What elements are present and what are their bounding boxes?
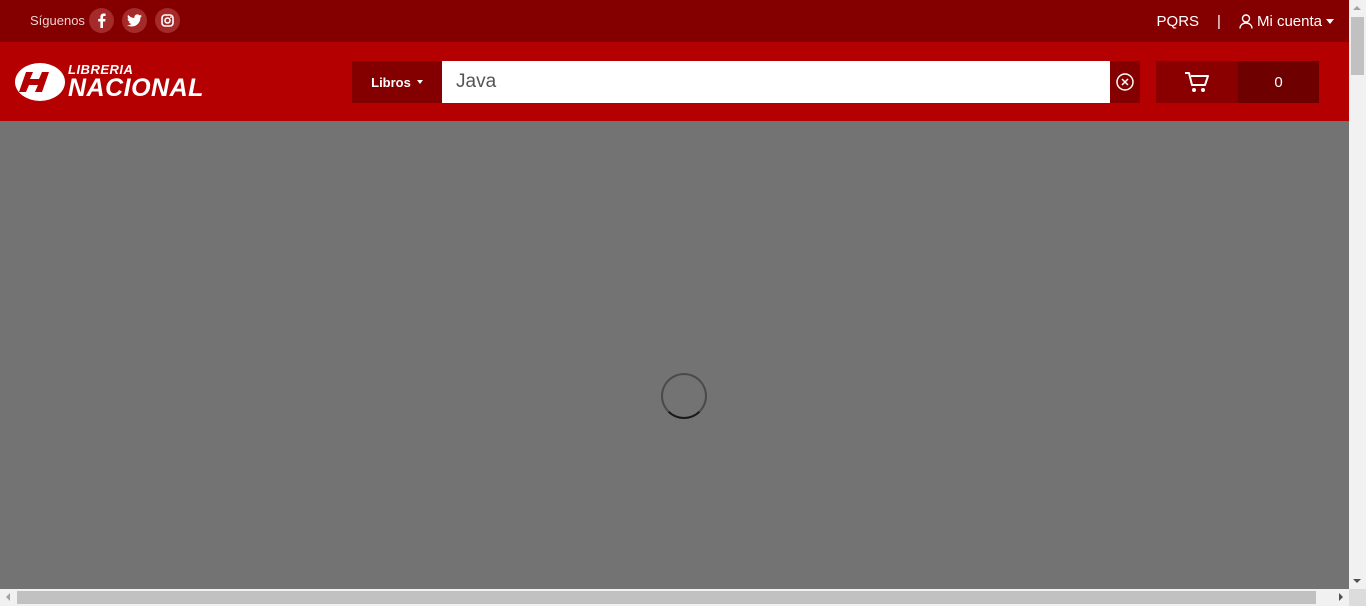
- chevron-down-icon: [1326, 18, 1334, 24]
- social-links: Síguenos: [30, 8, 188, 33]
- facebook-icon[interactable]: [88, 8, 114, 33]
- top-bar: Síguenos PQRS | Mi cuenta: [0, 0, 1349, 42]
- logo-line-2: NACIONAL: [68, 74, 204, 102]
- scroll-down-arrow-icon[interactable]: [1353, 579, 1361, 583]
- scroll-left-arrow-icon[interactable]: [6, 593, 10, 601]
- top-right-nav: PQRS | Mi cuenta: [1157, 0, 1334, 42]
- pqrs-link[interactable]: PQRS: [1157, 13, 1200, 30]
- vertical-scrollbar[interactable]: [1349, 0, 1366, 589]
- scrollbar-corner: [1349, 589, 1366, 606]
- account-menu[interactable]: Mi cuenta: [1239, 13, 1334, 30]
- loading-spinner: [661, 373, 707, 419]
- logo-mark-icon: [15, 63, 65, 101]
- cart-button[interactable]: [1156, 61, 1238, 103]
- search-input[interactable]: [442, 61, 1110, 103]
- horizontal-scroll-thumb[interactable]: [17, 591, 1316, 604]
- category-dropdown[interactable]: Libros: [352, 61, 442, 103]
- main-header: LIBRERIA NACIONAL Libros 0: [0, 42, 1349, 121]
- clear-search-button[interactable]: [1110, 61, 1140, 103]
- cart-icon: [1185, 72, 1209, 92]
- chevron-down-icon: [416, 80, 423, 84]
- account-label: Mi cuenta: [1256, 12, 1322, 30]
- horizontal-scrollbar[interactable]: [0, 589, 1349, 606]
- scroll-right-arrow-icon[interactable]: [1339, 593, 1343, 601]
- instagram-icon[interactable]: [154, 8, 180, 33]
- cart-count[interactable]: 0: [1238, 61, 1319, 103]
- vertical-scroll-thumb[interactable]: [1351, 17, 1364, 75]
- scroll-up-arrow-icon[interactable]: [1353, 6, 1361, 10]
- logo[interactable]: LIBRERIA NACIONAL: [14, 61, 204, 103]
- close-circle-icon: [1116, 73, 1134, 91]
- category-label: Libros: [371, 74, 411, 90]
- nav-separator: |: [1217, 12, 1221, 30]
- user-icon: [1239, 13, 1253, 29]
- twitter-icon[interactable]: [121, 8, 147, 33]
- logo-text: LIBRERIA NACIONAL: [68, 63, 204, 101]
- follow-label: Síguenos: [30, 13, 85, 28]
